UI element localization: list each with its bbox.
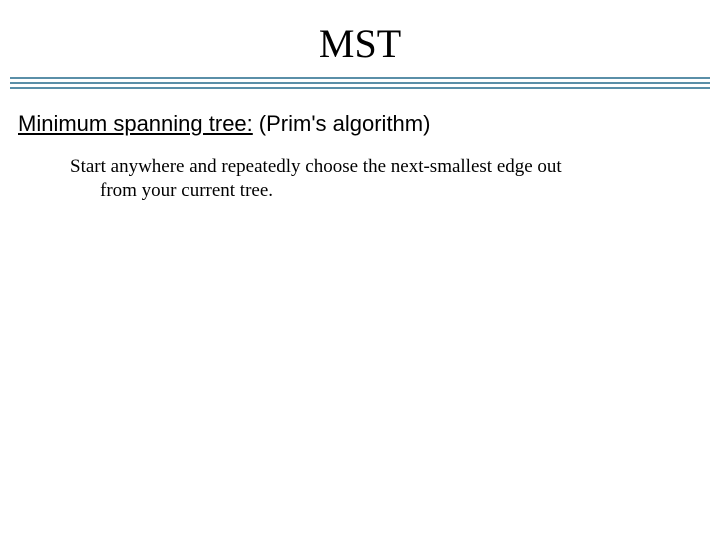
divider-line bbox=[10, 77, 710, 79]
slide-container: MST Minimum spanning tree:(Prim's algori… bbox=[0, 0, 720, 540]
slide-title: MST bbox=[0, 20, 720, 67]
divider-line bbox=[10, 82, 710, 84]
subtitle-row: Minimum spanning tree:(Prim's algorithm) bbox=[0, 111, 720, 137]
subtitle-underlined: Minimum spanning tree: bbox=[18, 111, 253, 136]
divider-line bbox=[10, 87, 710, 89]
body-text: Start anywhere and repeatedly choose the… bbox=[30, 155, 720, 203]
divider bbox=[10, 77, 710, 89]
subtitle-rest: (Prim's algorithm) bbox=[259, 111, 431, 136]
